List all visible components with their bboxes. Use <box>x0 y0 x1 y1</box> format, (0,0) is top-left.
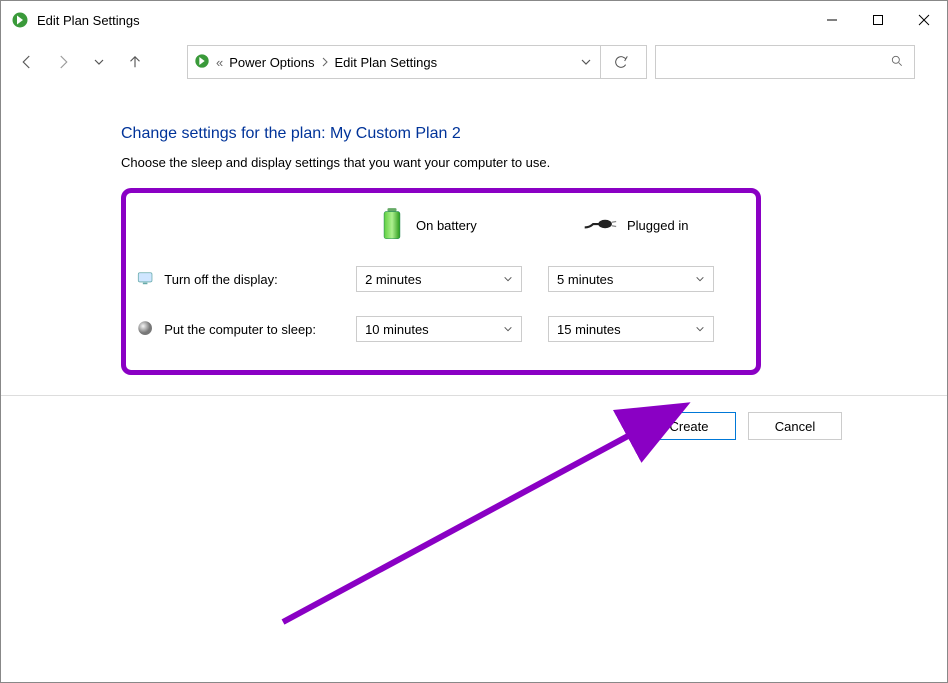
search-input[interactable] <box>655 45 915 79</box>
display-battery-value: 2 minutes <box>365 272 421 287</box>
sleep-setting-row: Put the computer to sleep: 10 minutes 15… <box>136 316 740 342</box>
plug-icon <box>583 215 617 236</box>
minimize-button[interactable] <box>809 1 855 39</box>
close-button[interactable] <box>901 1 947 39</box>
recent-locations-dropdown[interactable] <box>85 48 113 76</box>
search-icon <box>890 54 904 71</box>
titlebar: Edit Plan Settings <box>1 1 947 39</box>
breadcrumb-separator-icon <box>321 55 329 70</box>
up-button[interactable] <box>121 48 149 76</box>
display-row-label: Turn off the display: <box>164 272 356 287</box>
chevron-down-icon <box>695 322 705 337</box>
display-plugged-dropdown[interactable]: 5 minutes <box>548 266 714 292</box>
content-area: Change settings for the plan: My Custom … <box>1 85 947 375</box>
on-battery-header: On battery <box>378 207 583 244</box>
navigation-toolbar: « Power Options Edit Plan Settings <box>1 39 947 85</box>
breadcrumb-power-options[interactable]: Power Options <box>229 55 314 70</box>
display-plugged-value: 5 minutes <box>557 272 613 287</box>
page-subtitle: Choose the sleep and display settings th… <box>121 155 887 170</box>
chevron-down-icon <box>695 272 705 287</box>
plugged-in-header: Plugged in <box>583 215 688 236</box>
cancel-button[interactable]: Cancel <box>748 412 842 440</box>
app-icon-small <box>194 53 210 72</box>
back-button[interactable] <box>13 48 41 76</box>
sleep-icon <box>136 319 154 339</box>
chevron-down-icon <box>503 272 513 287</box>
column-headers: On battery Plugged in <box>136 207 740 244</box>
window-controls <box>809 1 947 39</box>
breadcrumb-root: « <box>216 55 223 70</box>
sleep-row-label: Put the computer to sleep: <box>164 322 356 337</box>
sleep-battery-value: 10 minutes <box>365 322 429 337</box>
maximize-button[interactable] <box>855 1 901 39</box>
app-icon <box>11 11 29 29</box>
display-setting-row: Turn off the display: 2 minutes 5 minute… <box>136 266 740 292</box>
create-button[interactable]: Create <box>642 412 736 440</box>
window-title: Edit Plan Settings <box>37 13 809 28</box>
page-title: Change settings for the plan: My Custom … <box>121 125 887 143</box>
footer-buttons: Create Cancel <box>1 396 947 440</box>
display-icon <box>136 269 154 289</box>
chevron-down-icon <box>503 322 513 337</box>
breadcrumb-edit-plan[interactable]: Edit Plan Settings <box>335 55 438 70</box>
sleep-plugged-dropdown[interactable]: 15 minutes <box>548 316 714 342</box>
refresh-button[interactable] <box>600 45 640 79</box>
sleep-battery-dropdown[interactable]: 10 minutes <box>356 316 522 342</box>
forward-button[interactable] <box>49 48 77 76</box>
display-battery-dropdown[interactable]: 2 minutes <box>356 266 522 292</box>
address-history-dropdown[interactable] <box>572 56 600 68</box>
battery-icon <box>378 207 406 244</box>
settings-highlight-box: On battery Plugged in Turn off the disp <box>121 188 761 375</box>
address-bar[interactable]: « Power Options Edit Plan Settings <box>187 45 647 79</box>
plugged-in-label: Plugged in <box>627 218 688 233</box>
sleep-plugged-value: 15 minutes <box>557 322 621 337</box>
on-battery-label: On battery <box>416 218 477 233</box>
